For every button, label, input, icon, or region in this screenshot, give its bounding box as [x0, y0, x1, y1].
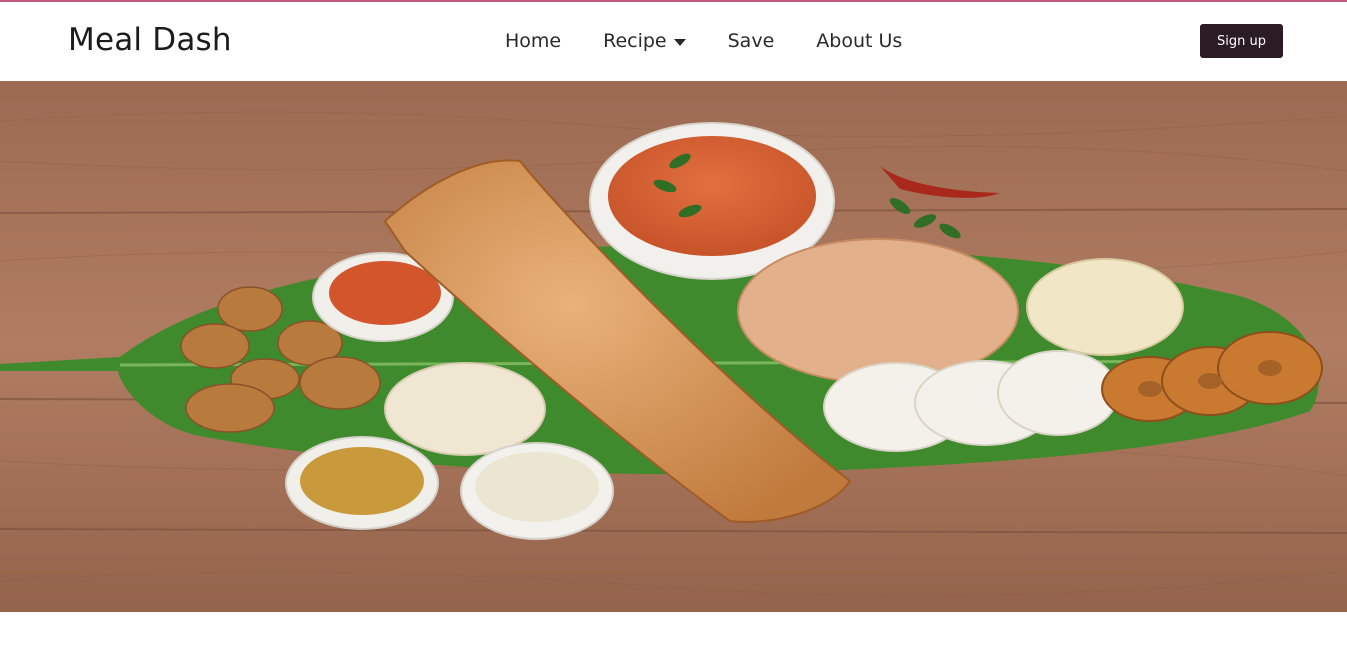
- brand-logo[interactable]: Meal Dash: [68, 22, 232, 58]
- nav-about-label: About Us: [816, 30, 903, 52]
- nav-recipe-dropdown[interactable]: Recipe: [603, 30, 686, 52]
- nav-home-label: Home: [505, 30, 562, 52]
- nav-home-link[interactable]: Home: [505, 30, 561, 52]
- main-nav: Home Recipe Save About Us: [505, 30, 902, 52]
- nav-save-label: Save: [727, 30, 775, 52]
- nav-about-link[interactable]: About Us: [816, 30, 902, 52]
- upma: [384, 362, 546, 456]
- red-chutney: [329, 261, 441, 325]
- rava-kesari: [1026, 258, 1184, 356]
- nav-save-link[interactable]: Save: [728, 30, 775, 52]
- caret-down-icon: [673, 38, 686, 46]
- hero-banner: [0, 81, 1347, 612]
- hero-food-image: [0, 81, 1347, 612]
- green-chutney: [300, 447, 424, 515]
- coconut-chutney: [475, 452, 599, 522]
- signup-button[interactable]: Sign up: [1200, 24, 1283, 58]
- nav-recipe-label: Recipe: [603, 30, 667, 52]
- navbar: Meal Dash Home Recipe Save About Us Sign…: [0, 2, 1347, 81]
- sambar: [608, 136, 816, 256]
